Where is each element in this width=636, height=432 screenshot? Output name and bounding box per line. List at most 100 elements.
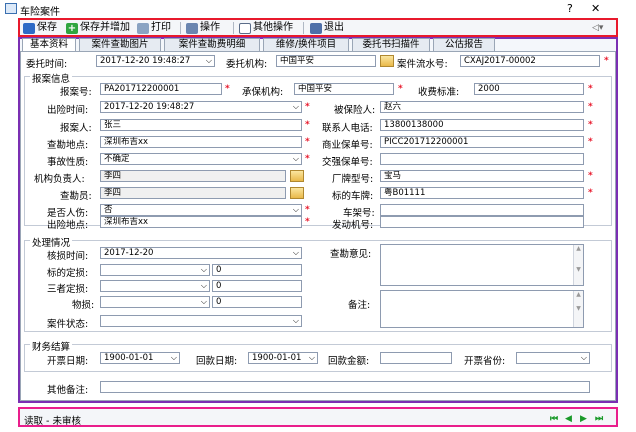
loss-time-picker[interactable]: 2017-12-20 ⌵: [100, 247, 302, 259]
required-mark: *: [225, 84, 230, 94]
exit-button[interactable]: 退出: [310, 21, 344, 35]
required-mark: *: [604, 56, 609, 66]
compulsory-policy-field[interactable]: [380, 153, 584, 165]
receipt-amount-field[interactable]: [380, 352, 452, 364]
invoice-date-label: 开票日期:: [47, 356, 89, 367]
previous-record-icon[interactable]: ◀: [565, 414, 572, 424]
accident-place-field[interactable]: 深圳布吉xx: [100, 216, 302, 228]
agency-field[interactable]: 中国平安: [276, 55, 376, 67]
engine-no-field[interactable]: [380, 216, 584, 228]
scrollbar[interactable]: ▲ ▼: [573, 245, 583, 285]
accident-time-picker[interactable]: 2017-12-20 19:48:27 ⌵: [100, 101, 302, 113]
chevron-down-icon: ⌵: [292, 205, 299, 214]
receipt-date-picker[interactable]: 1900-01-01 ⌵: [248, 352, 318, 364]
operate-icon: [186, 22, 198, 34]
tab-repair-items[interactable]: 维修/换件项目: [263, 38, 349, 51]
commission-time-picker[interactable]: 2017-12-20 19:48:27 ⌵: [96, 55, 215, 67]
insurer-field[interactable]: 中国平安: [294, 83, 394, 95]
required-mark: *: [305, 102, 310, 112]
document-icon: [239, 22, 251, 34]
org-head-field[interactable]: 李四: [100, 170, 286, 182]
required-mark: *: [588, 84, 593, 94]
required-mark: *: [588, 102, 593, 112]
tab-survey-images[interactable]: 案件查勘图片: [79, 38, 161, 51]
target-loss-select[interactable]: ⌵: [100, 264, 210, 276]
fee-field[interactable]: 2000: [474, 83, 584, 95]
brand-field[interactable]: 宝马: [380, 170, 584, 182]
floppy-disk-icon: [23, 22, 35, 34]
required-mark: *: [588, 137, 593, 147]
operate-button[interactable]: 操作: [186, 21, 220, 35]
last-record-icon[interactable]: ⏭: [595, 414, 603, 424]
close-button[interactable]: ✕: [591, 2, 600, 15]
agency-lookup-icon[interactable]: [380, 55, 394, 67]
fee-label: 收费标准:: [418, 87, 460, 98]
next-record-icon[interactable]: ▶: [580, 414, 587, 424]
property-loss-amount[interactable]: 0: [212, 296, 302, 308]
remark-textarea[interactable]: ▲ ▼: [380, 290, 584, 328]
toolbar-divider: [303, 22, 304, 34]
finance-title: 财务结算: [30, 339, 73, 353]
invoice-date-picker[interactable]: 1900-01-01 ⌵: [100, 352, 180, 364]
save-button[interactable]: 保存: [23, 21, 57, 35]
org-head-label: 机构负责人:: [34, 174, 85, 185]
survey-opinion-label: 查勘意见:: [330, 249, 372, 260]
chevron-down-icon: ⌵: [200, 265, 207, 274]
insured-label: 被保险人:: [334, 105, 376, 116]
tab-assessment-report[interactable]: 公估报告: [433, 38, 495, 51]
plate-field[interactable]: 粤B01111: [380, 187, 584, 199]
reporter-field[interactable]: 张三: [100, 119, 302, 131]
third-loss-amount[interactable]: 0: [212, 280, 302, 292]
case-status-label: 案件状态:: [47, 319, 89, 330]
surveyor-lookup-icon[interactable]: [290, 187, 304, 199]
injury-select[interactable]: 否 ⌵: [100, 204, 302, 216]
org-head-lookup-icon[interactable]: [290, 170, 304, 182]
report-no-label: 报案号:: [60, 87, 92, 98]
survey-opinion-textarea[interactable]: ▲ ▼: [380, 244, 584, 286]
commercial-policy-field[interactable]: PICC201712200001: [380, 136, 584, 148]
toolbar-overflow-icon[interactable]: ◁▾: [592, 21, 603, 35]
receipt-date-label: 回款日期:: [196, 356, 238, 367]
save-and-add-button[interactable]: + 保存并增加: [66, 21, 130, 35]
tab-basic-info[interactable]: 基本资料: [22, 38, 76, 52]
serial-field[interactable]: CXAJ2017-00002: [460, 55, 600, 67]
surveyor-field[interactable]: 李四: [100, 187, 286, 199]
help-button[interactable]: ?: [567, 2, 573, 15]
commercial-policy-label: 商业保单号:: [322, 140, 373, 151]
phone-field[interactable]: 13800138000: [380, 119, 584, 131]
first-record-icon[interactable]: ⏮: [550, 414, 558, 424]
required-mark: *: [588, 120, 593, 130]
toolbar: 保存 + 保存并增加 打印 操作 其他操作 退出 ◁▾: [18, 18, 618, 37]
invoice-province-select[interactable]: ⌵: [516, 352, 590, 364]
third-loss-select[interactable]: ⌵: [100, 280, 210, 292]
print-button[interactable]: 打印: [137, 21, 171, 35]
property-loss-select[interactable]: ⌵: [100, 296, 210, 308]
nature-select[interactable]: 不确定 ⌵: [100, 153, 302, 165]
case-status-select[interactable]: ⌵: [100, 315, 302, 327]
survey-place-field[interactable]: 深圳布吉xx: [100, 136, 302, 148]
frame-no-field[interactable]: [380, 204, 584, 216]
insured-field[interactable]: 赵六: [380, 101, 584, 113]
printer-icon: [137, 22, 149, 34]
chevron-down-icon: ⌵: [200, 297, 207, 306]
accident-time-label: 出险时间:: [47, 105, 89, 116]
loss-time-label: 核损时间:: [47, 251, 89, 262]
report-no-field[interactable]: PA201712200001: [100, 83, 222, 95]
status-text: 读取 - 未审核: [24, 416, 81, 427]
other-operations-button[interactable]: 其他操作: [239, 21, 293, 35]
required-mark: *: [305, 154, 310, 164]
third-loss-label: 三者定损:: [47, 284, 89, 295]
required-mark: *: [305, 205, 310, 215]
chevron-down-icon: ⌵: [308, 353, 315, 362]
other-remark-field[interactable]: [100, 381, 590, 393]
tab-commission-scan[interactable]: 委托书扫描件: [352, 38, 430, 51]
tab-survey-fee-detail[interactable]: 案件查勘费明细: [164, 38, 260, 51]
chevron-down-icon: ⌵: [205, 56, 212, 65]
window-title-bar: 车险案件 ? ✕: [0, 0, 636, 18]
required-mark: *: [305, 120, 310, 130]
receipt-amount-label: 回款金额:: [328, 356, 370, 367]
target-loss-amount[interactable]: 0: [212, 264, 302, 276]
required-mark: *: [305, 137, 310, 147]
scrollbar[interactable]: ▲ ▼: [573, 291, 583, 327]
chevron-down-icon: ⌵: [292, 316, 299, 325]
